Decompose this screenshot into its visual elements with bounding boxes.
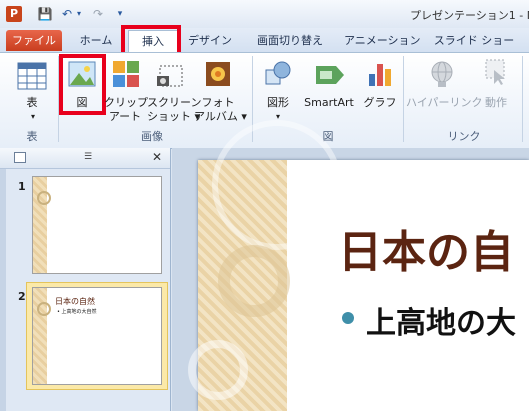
slide-number-2: 2	[18, 290, 26, 303]
action-icon	[485, 59, 505, 85]
group-separator	[403, 56, 404, 142]
group-label-table: 表	[26, 130, 38, 143]
smartart-button[interactable]	[314, 62, 346, 88]
action-button[interactable]	[484, 58, 508, 86]
slide-number-1: 1	[18, 180, 26, 193]
tab-home[interactable]: ホーム	[74, 30, 118, 52]
slides-tab-icon[interactable]	[14, 152, 26, 163]
photo-album-button[interactable]	[204, 60, 232, 88]
table-label[interactable]: 表	[22, 96, 42, 109]
shapes-label[interactable]: 図形	[264, 96, 292, 109]
save-icon[interactable]: 💾	[37, 6, 53, 22]
close-pane-icon[interactable]: ✕	[152, 150, 164, 164]
chart-label[interactable]: グラフ	[362, 96, 398, 109]
thumb-ring	[37, 191, 51, 205]
decor-ring-small	[188, 340, 248, 400]
screenshot-label-1[interactable]: スクリーン	[147, 96, 201, 109]
tab-animations[interactable]: アニメーション	[344, 30, 421, 52]
shapes-icon	[265, 61, 291, 85]
pane-edge	[0, 148, 6, 411]
photo-album-label-1[interactable]: フォト	[194, 96, 242, 109]
undo-dropdown-icon[interactable]: ▾	[71, 6, 87, 22]
decor-ring-large	[212, 120, 342, 250]
redo-icon[interactable]: ↷	[90, 6, 106, 22]
clipart-label-1[interactable]: クリップ	[104, 96, 148, 109]
slide-canvas[interactable]: 日本の自 上高地の大	[188, 120, 529, 411]
tab-file[interactable]: ファイル	[6, 30, 62, 51]
tab-design[interactable]: デザイン	[186, 30, 234, 52]
thumb-title: 日本の自然	[55, 297, 95, 306]
chart-button[interactable]	[366, 60, 394, 88]
slide-title[interactable]: 日本の自	[338, 216, 514, 280]
clipart-label-2[interactable]: アート	[104, 110, 146, 123]
screenshot-icon	[157, 65, 183, 87]
group-label-links: リンク	[447, 130, 481, 143]
slide-thumbnail-1[interactable]	[32, 176, 162, 274]
outline-tab-icon[interactable]: ☰	[84, 152, 98, 163]
bullet-dot	[342, 312, 354, 324]
group-separator	[522, 56, 523, 142]
screenshot-button[interactable]	[156, 62, 184, 90]
smartart-label[interactable]: SmartArt	[300, 96, 358, 109]
table-dropdown-icon[interactable]: ▾	[29, 110, 37, 123]
decor-ring-mid	[218, 245, 290, 317]
screenshot-label-2[interactable]: ショット ▾	[147, 110, 200, 123]
hyperlink-button[interactable]	[428, 60, 456, 88]
photo-album-icon	[206, 62, 230, 86]
thumb-ring	[37, 302, 51, 316]
group-label-images: 画像	[141, 130, 163, 143]
chart-icon	[369, 64, 391, 86]
table-icon	[17, 62, 47, 90]
thumb-bullet: • 上高地の大自然	[57, 309, 97, 315]
clipart-icon	[113, 61, 139, 87]
highlight-box-picture	[59, 54, 106, 115]
hyperlink-icon	[431, 61, 453, 87]
clipart-button[interactable]	[112, 60, 140, 88]
smartart-icon	[316, 66, 344, 84]
slide-thumbnail-2[interactable]: 日本の自然 • 上高地の大自然	[32, 287, 162, 385]
window-title: プレゼンテーション1 - M	[410, 9, 529, 22]
tab-transitions[interactable]: 画面切り替え	[252, 30, 328, 52]
customize-qat-icon[interactable]: ▾	[112, 6, 128, 22]
powerpoint-app-icon[interactable]: P	[6, 6, 22, 22]
slide-bullet-text[interactable]: 上高地の大	[366, 298, 516, 342]
shapes-button[interactable]	[264, 60, 292, 88]
table-button[interactable]	[17, 62, 47, 90]
tab-slideshow[interactable]: スライド ショー	[432, 30, 516, 52]
hyperlink-label[interactable]: ハイパーリンク	[406, 96, 483, 109]
photo-album-label-2[interactable]: アルバム ▾	[194, 110, 247, 123]
action-label[interactable]: 動作	[480, 96, 512, 109]
